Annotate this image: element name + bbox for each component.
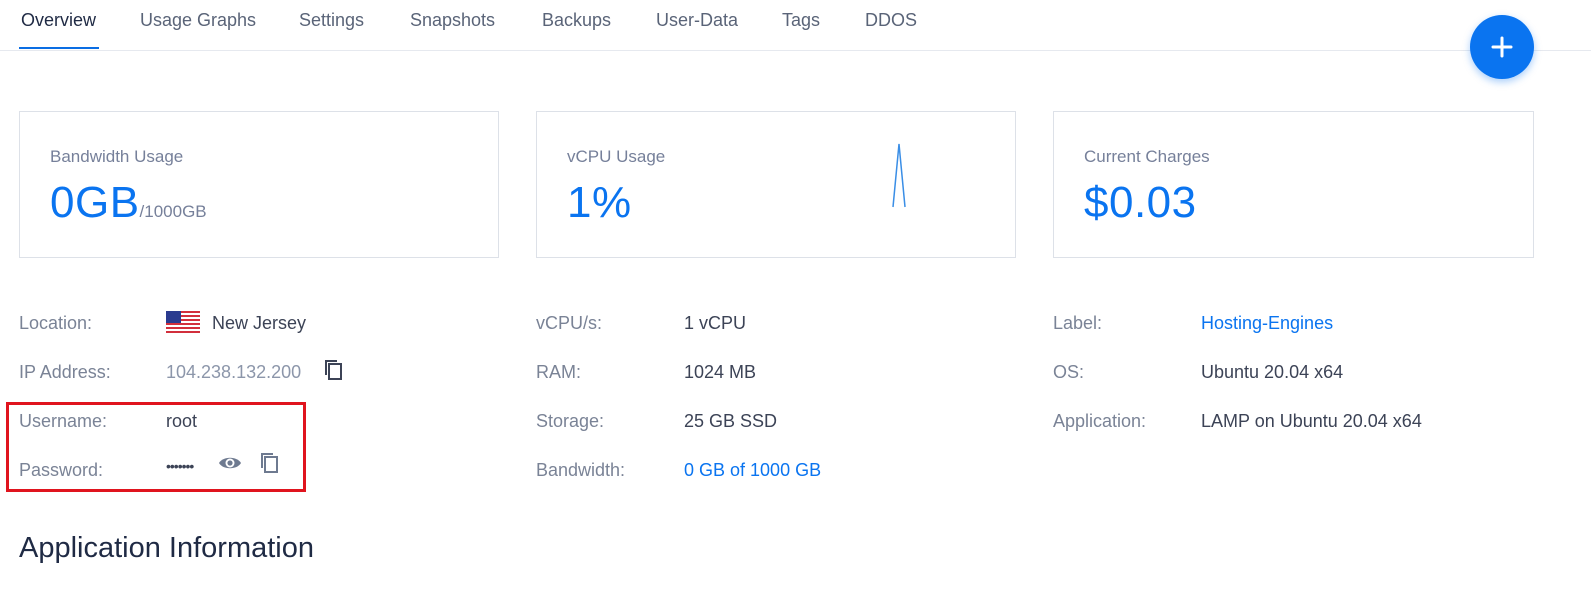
card-title: vCPU Usage xyxy=(567,147,666,166)
bandwidth-label: Bandwidth: xyxy=(536,460,626,480)
vcpu-usage-card: vCPU Usage 1% xyxy=(536,111,1016,258)
bandwidth-used: 0GB xyxy=(50,178,140,227)
bandwidth-link[interactable]: 0 GB of 1000 GB xyxy=(684,460,821,481)
storage-value: 25 GB SSD xyxy=(684,411,778,431)
application-information-heading: Application Information xyxy=(19,532,314,564)
ip-address-value: 104.238.132.200 xyxy=(166,362,302,382)
tab-tags[interactable]: Tags xyxy=(782,10,820,31)
tab-user-data[interactable]: User-Data xyxy=(656,10,738,31)
current-charges-card: Current Charges $0.03 xyxy=(1053,111,1534,258)
bandwidth-total: /1000GB xyxy=(139,202,207,221)
copy-ip-icon[interactable] xyxy=(322,358,346,382)
tab-overview[interactable]: Overview xyxy=(21,10,96,31)
vcpus-value: 1 vCPU xyxy=(684,313,747,333)
storage-label: Storage: xyxy=(536,411,605,431)
vcpus-label: vCPU/s: xyxy=(536,313,603,333)
bandwidth-usage-card: Bandwidth Usage 0GB/1000GB xyxy=(19,111,499,258)
vcpu-usage-value: 1% xyxy=(567,178,632,227)
location-value: New Jersey xyxy=(212,313,307,333)
tab-ddos[interactable]: DDOS xyxy=(865,10,917,31)
os-value: Ubuntu 20.04 x64 xyxy=(1201,362,1344,382)
add-button[interactable] xyxy=(1470,15,1534,79)
location-label: Location: xyxy=(19,313,93,333)
tab-settings[interactable]: Settings xyxy=(299,10,364,31)
plus-icon xyxy=(1491,36,1513,58)
server-label-link[interactable]: Hosting-Engines xyxy=(1201,313,1333,334)
tab-bar: Overview Usage Graphs Settings Snapshots… xyxy=(0,0,1591,51)
vcpu-sparkline xyxy=(892,143,906,208)
bandwidth-usage-value: 0GB/1000GB xyxy=(50,178,207,228)
card-title: Bandwidth Usage xyxy=(50,147,184,166)
application-label: Application: xyxy=(1053,411,1147,431)
os-label: OS: xyxy=(1053,362,1085,382)
credentials-highlight xyxy=(6,402,306,492)
ram-value: 1024 MB xyxy=(684,362,757,382)
current-charges-value: $0.03 xyxy=(1084,178,1197,227)
tab-snapshots[interactable]: Snapshots xyxy=(410,10,495,31)
card-title: Current Charges xyxy=(1084,147,1210,166)
us-flag-icon xyxy=(166,311,200,333)
tab-backups[interactable]: Backups xyxy=(542,10,611,31)
ip-address-label: IP Address: xyxy=(19,362,111,382)
server-label-label: Label: xyxy=(1053,313,1103,333)
tab-usage-graphs[interactable]: Usage Graphs xyxy=(140,10,256,31)
ram-label: RAM: xyxy=(536,362,581,382)
active-tab-indicator xyxy=(19,47,99,49)
application-value: LAMP on Ubuntu 20.04 x64 xyxy=(1201,411,1422,431)
